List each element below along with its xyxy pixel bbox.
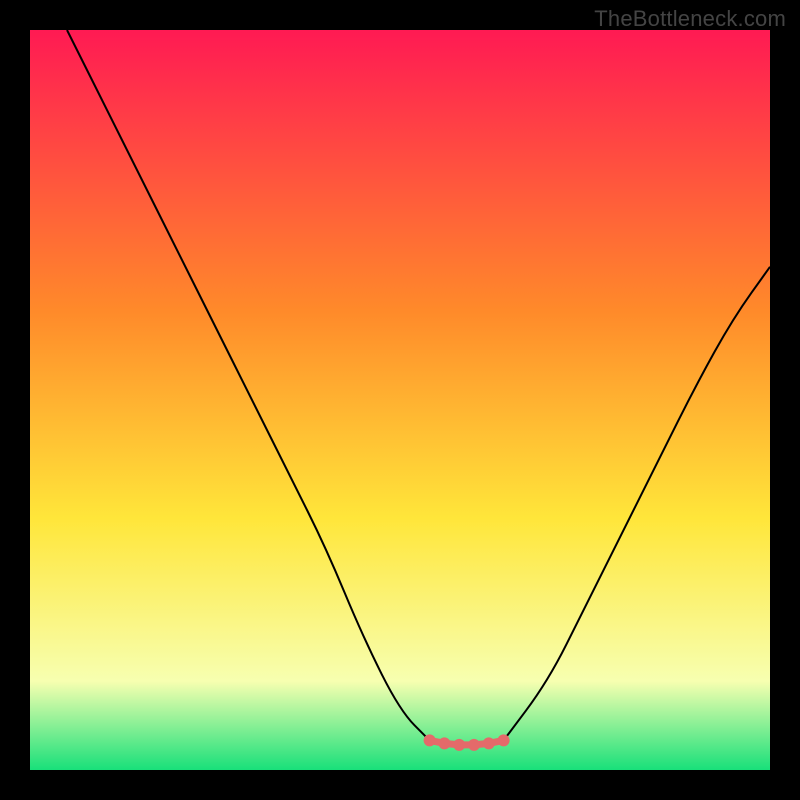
valley-marker	[498, 734, 510, 746]
chart-canvas: TheBottleneck.com	[0, 0, 800, 800]
valley-marker	[468, 739, 480, 751]
chart-svg	[30, 30, 770, 770]
gradient-background	[30, 30, 770, 770]
valley-marker	[483, 737, 495, 749]
valley-marker	[424, 734, 436, 746]
watermark-label: TheBottleneck.com	[594, 6, 786, 32]
valley-marker	[453, 739, 465, 751]
plot-area	[30, 30, 770, 770]
valley-marker	[438, 737, 450, 749]
